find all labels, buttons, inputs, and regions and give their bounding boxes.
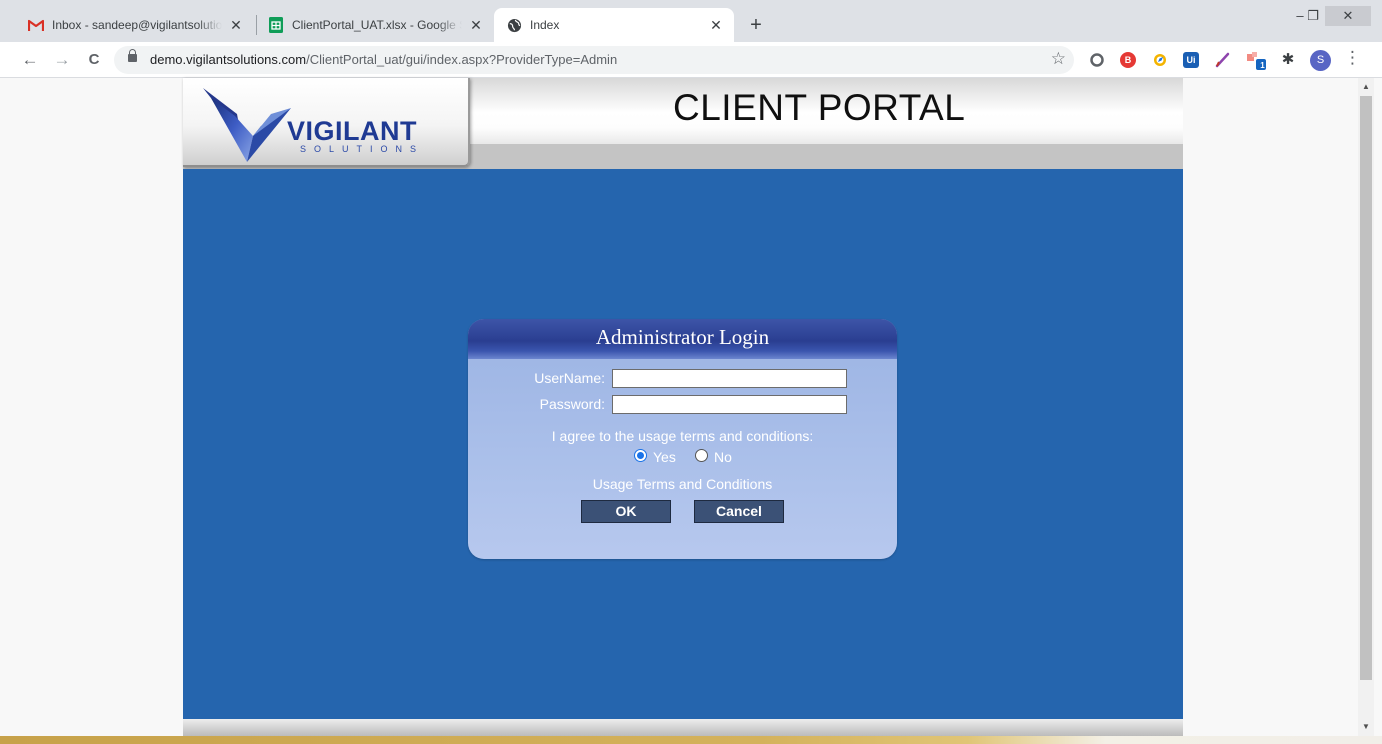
page-title: CLIENT PORTAL: [673, 87, 966, 128]
tab-sheets[interactable]: ClientPortal_UAT.xlsx - Google Sheets ✕: [256, 8, 494, 42]
address-toolbar: ← → C demo.vigilantsolutions.com/ClientP…: [0, 42, 1382, 78]
login-panel: Administrator Login UserName: Password: …: [468, 319, 897, 559]
back-icon[interactable]: ←: [18, 48, 42, 72]
portal-footer: [183, 719, 1183, 736]
tab-gmail[interactable]: Inbox - sandeep@vigilantsolutions.com ✕: [16, 8, 254, 42]
cancel-button[interactable]: Cancel: [694, 500, 784, 523]
logo-v-icon: [203, 88, 291, 162]
ok-button[interactable]: OK: [581, 500, 671, 523]
extensions-puzzle-icon[interactable]: ✱: [1280, 52, 1296, 68]
restore-icon[interactable]: ❐: [1303, 6, 1323, 26]
close-tab-icon[interactable]: ✕: [228, 17, 244, 33]
portal-body: Administrator Login UserName: Password: …: [183, 169, 1183, 719]
tab-strip: Inbox - sandeep@vigilantsolutions.com ✕ …: [0, 0, 1382, 42]
vertical-scrollbar[interactable]: ▲ ▼: [1358, 78, 1374, 736]
terms-agreement-text: I agree to the usage terms and condition…: [551, 428, 814, 444]
forward-icon[interactable]: →: [50, 48, 74, 72]
logo-subtitle: SOLUTIONS: [300, 144, 425, 154]
gmail-icon: [28, 17, 44, 33]
url-host: demo.vigilantsolutions.com: [150, 52, 307, 67]
browser-window: Inbox - sandeep@vigilantsolutions.com ✕ …: [0, 0, 1382, 744]
logo-word: VIGILANT: [287, 116, 417, 146]
compass-extension-icon[interactable]: [1152, 52, 1168, 68]
close-window-icon[interactable]: ✕: [1325, 6, 1371, 26]
pen-extension-icon[interactable]: [1215, 52, 1231, 68]
scroll-up-icon[interactable]: ▲: [1358, 82, 1374, 91]
scroll-down-icon[interactable]: ▼: [1358, 722, 1374, 731]
login-panel-header: Administrator Login: [468, 319, 897, 359]
globe-icon: [506, 17, 522, 33]
browser-menu-icon[interactable]: ⋮: [1344, 48, 1361, 68]
tab-title: Index: [530, 18, 560, 32]
radio-no[interactable]: [695, 449, 708, 462]
circle-extension-icon[interactable]: [1089, 52, 1105, 68]
reload-icon[interactable]: C: [82, 48, 106, 72]
url-path: /ClientPortal_uat/gui/index.aspx?Provide…: [306, 52, 618, 67]
close-tab-icon[interactable]: ✕: [468, 17, 484, 33]
bookmark-star-icon[interactable]: ☆: [1051, 49, 1066, 69]
vigilant-logo: VIGILANT SOLUTIONS: [183, 78, 470, 167]
password-label: Password:: [539, 396, 605, 412]
radio-yes-label[interactable]: Yes: [653, 449, 676, 465]
radio-no-label[interactable]: No: [714, 449, 732, 465]
new-tab-button[interactable]: +: [744, 14, 768, 38]
login-title: Administrator Login: [595, 325, 770, 349]
sheets-icon: [268, 17, 284, 33]
ublock-extension-icon[interactable]: B: [1120, 52, 1136, 68]
scrollbar-thumb[interactable]: [1360, 96, 1372, 680]
address-bar[interactable]: demo.vigilantsolutions.com/ClientPortal_…: [114, 46, 1074, 74]
password-input[interactable]: [612, 395, 847, 414]
page-viewport: VIGILANT SOLUTIONS CLIENT PORTAL Adminis…: [0, 78, 1382, 744]
portal-header: VIGILANT SOLUTIONS CLIENT PORTAL: [183, 78, 1183, 169]
tab-index[interactable]: Index ✕: [494, 8, 734, 42]
profile-avatar[interactable]: S: [1310, 50, 1331, 71]
taskbar-strip: [0, 736, 1382, 744]
close-tab-icon[interactable]: ✕: [708, 17, 724, 33]
tab-title: Inbox - sandeep@vigilantsolutions.com: [52, 18, 222, 32]
username-input[interactable]: [612, 369, 847, 388]
username-label: UserName:: [534, 370, 605, 386]
extension-badge-count: 1: [1260, 61, 1265, 70]
lock-icon[interactable]: [128, 49, 137, 62]
usage-terms-link[interactable]: Usage Terms and Conditions: [468, 476, 897, 492]
uipath-extension-icon[interactable]: Ui: [1183, 52, 1199, 68]
tab-title: ClientPortal_UAT.xlsx - Google Sheets: [292, 18, 462, 32]
url-text[interactable]: demo.vigilantsolutions.com/ClientPortal_…: [150, 52, 617, 67]
radio-yes[interactable]: [634, 449, 647, 462]
